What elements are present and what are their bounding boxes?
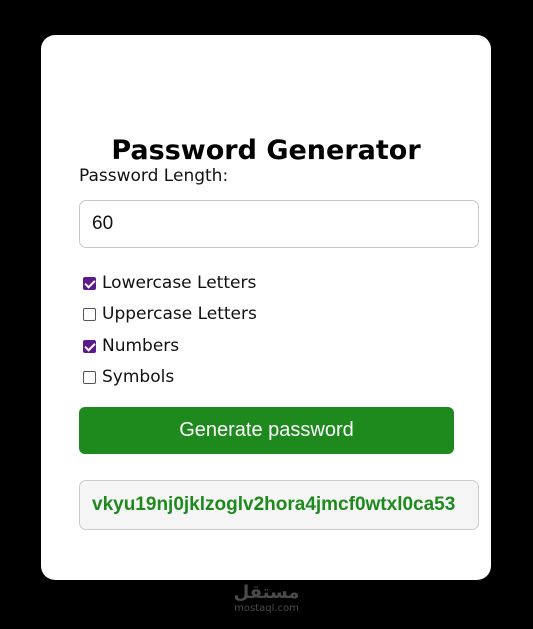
- watermark: مستقل mostaql.com: [0, 584, 533, 614]
- option-symbols[interactable]: Symbols: [83, 367, 174, 387]
- watermark-site: mostaql.com: [234, 603, 299, 614]
- password-generator-card: Password Generator Password Length: Lowe…: [41, 35, 491, 580]
- watermark-brand: مستقل: [233, 582, 300, 603]
- option-label: Symbols: [102, 367, 175, 387]
- option-numbers[interactable]: Numbers: [83, 336, 179, 356]
- option-label: Uppercase Letters: [102, 304, 257, 324]
- option-label: Numbers: [102, 336, 180, 356]
- generated-password-output[interactable]: vkyu19nj0jklzoglv2hora4jmcf0wtxl0ca53: [79, 480, 479, 530]
- symbols-checkbox[interactable]: [83, 370, 96, 384]
- password-length-input[interactable]: [79, 200, 479, 248]
- option-lowercase[interactable]: Lowercase Letters: [83, 273, 256, 293]
- numbers-checkbox[interactable]: [83, 339, 96, 353]
- option-label: Lowercase Letters: [102, 273, 257, 293]
- generate-password-button[interactable]: Generate password: [79, 407, 454, 454]
- page-title: Password Generator: [111, 135, 421, 166]
- uppercase-checkbox[interactable]: [83, 307, 96, 321]
- lowercase-checkbox[interactable]: [83, 276, 96, 290]
- option-uppercase[interactable]: Uppercase Letters: [83, 304, 257, 324]
- password-length-label: Password Length:: [79, 166, 229, 186]
